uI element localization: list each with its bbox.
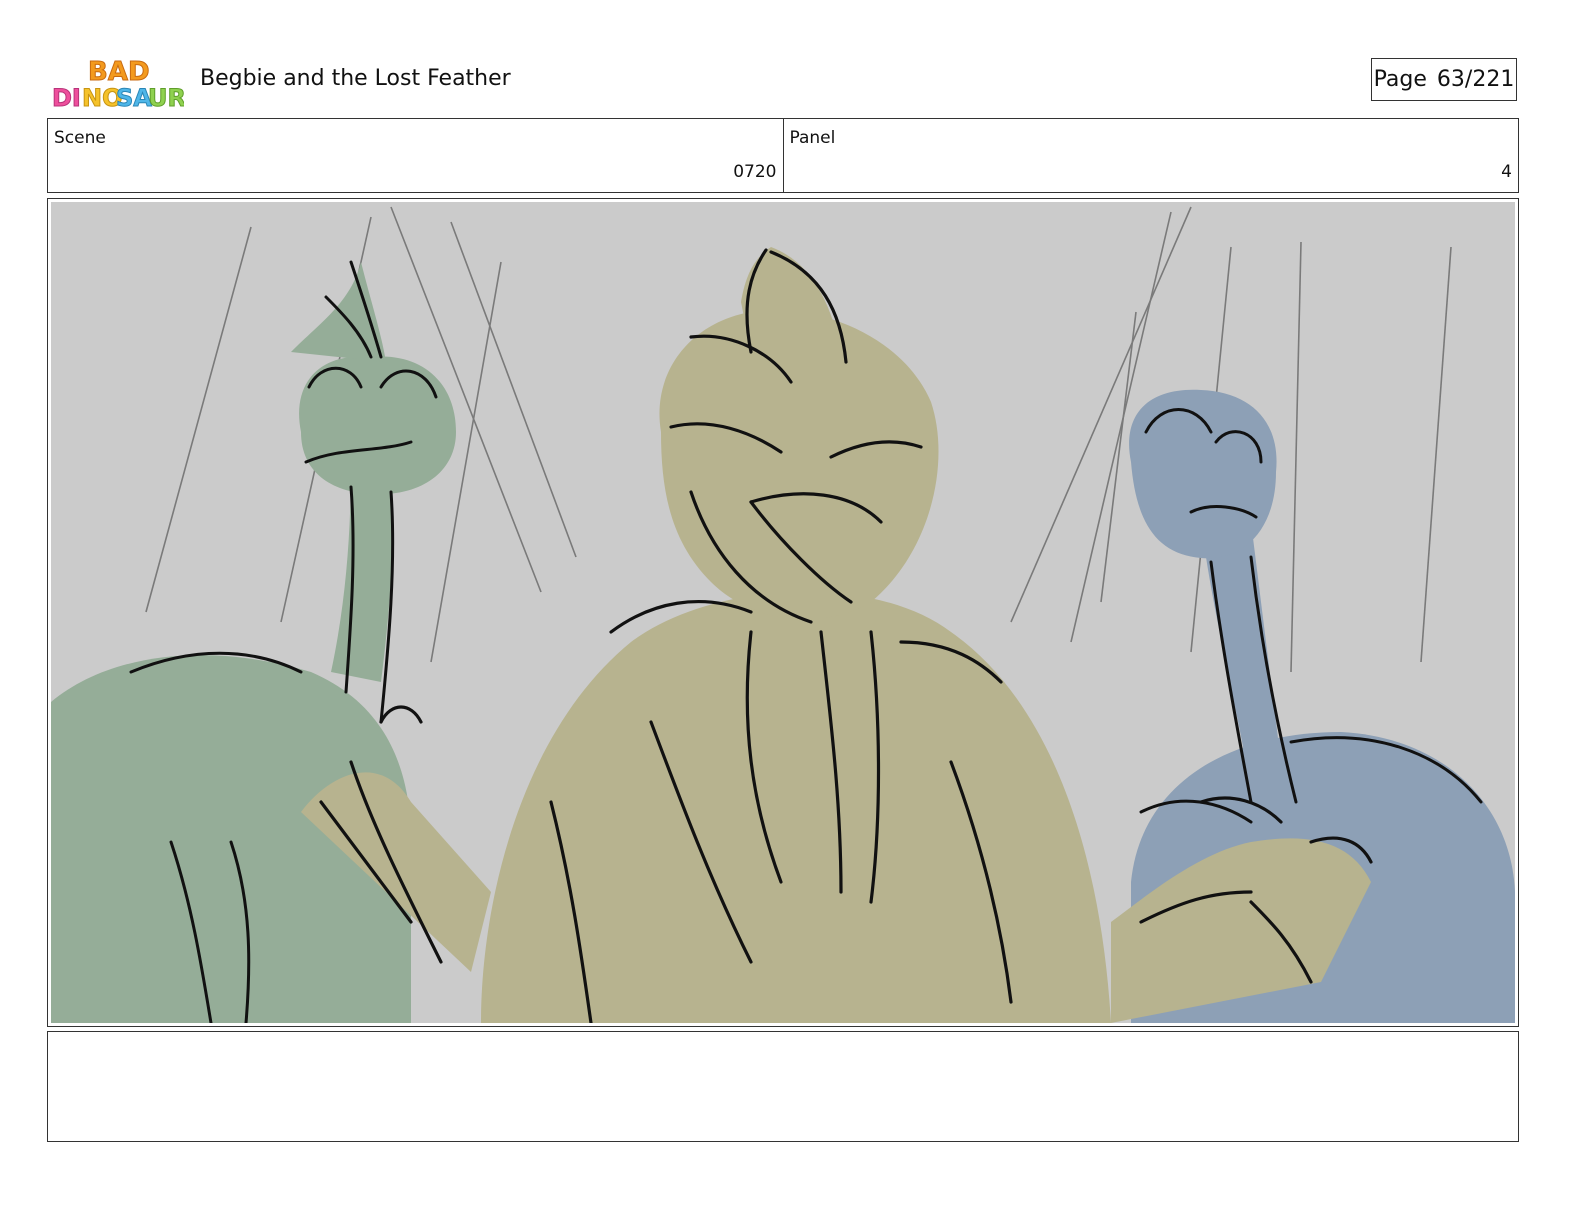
svg-text:SA: SA [116,84,152,112]
page-indicator: Page 63/221 [1371,58,1517,101]
svg-text:DI: DI [52,84,81,112]
scene-panel-info: Scene 0720 Panel 4 [47,118,1519,193]
scene-label: Scene [54,128,106,148]
page-label: Page [1373,67,1427,92]
svg-text:URS: URS [148,84,184,112]
panel-number: 4 [1501,162,1512,182]
panel-label: Panel [789,128,836,148]
notes-box [47,1031,1519,1142]
storyboard-drawing [51,202,1515,1023]
page-number: 63/221 [1436,67,1515,92]
storyboard-frame [47,198,1519,1027]
scene-cell: Scene 0720 [48,119,783,192]
bad-dinosaurs-logo: BAD DI NO SA URS [52,54,204,113]
svg-text:BAD: BAD [88,57,150,87]
document-title: Begbie and the Lost Feather [200,66,511,91]
panel-cell: Panel 4 [782,119,1519,192]
scene-number: 0720 [733,162,777,182]
